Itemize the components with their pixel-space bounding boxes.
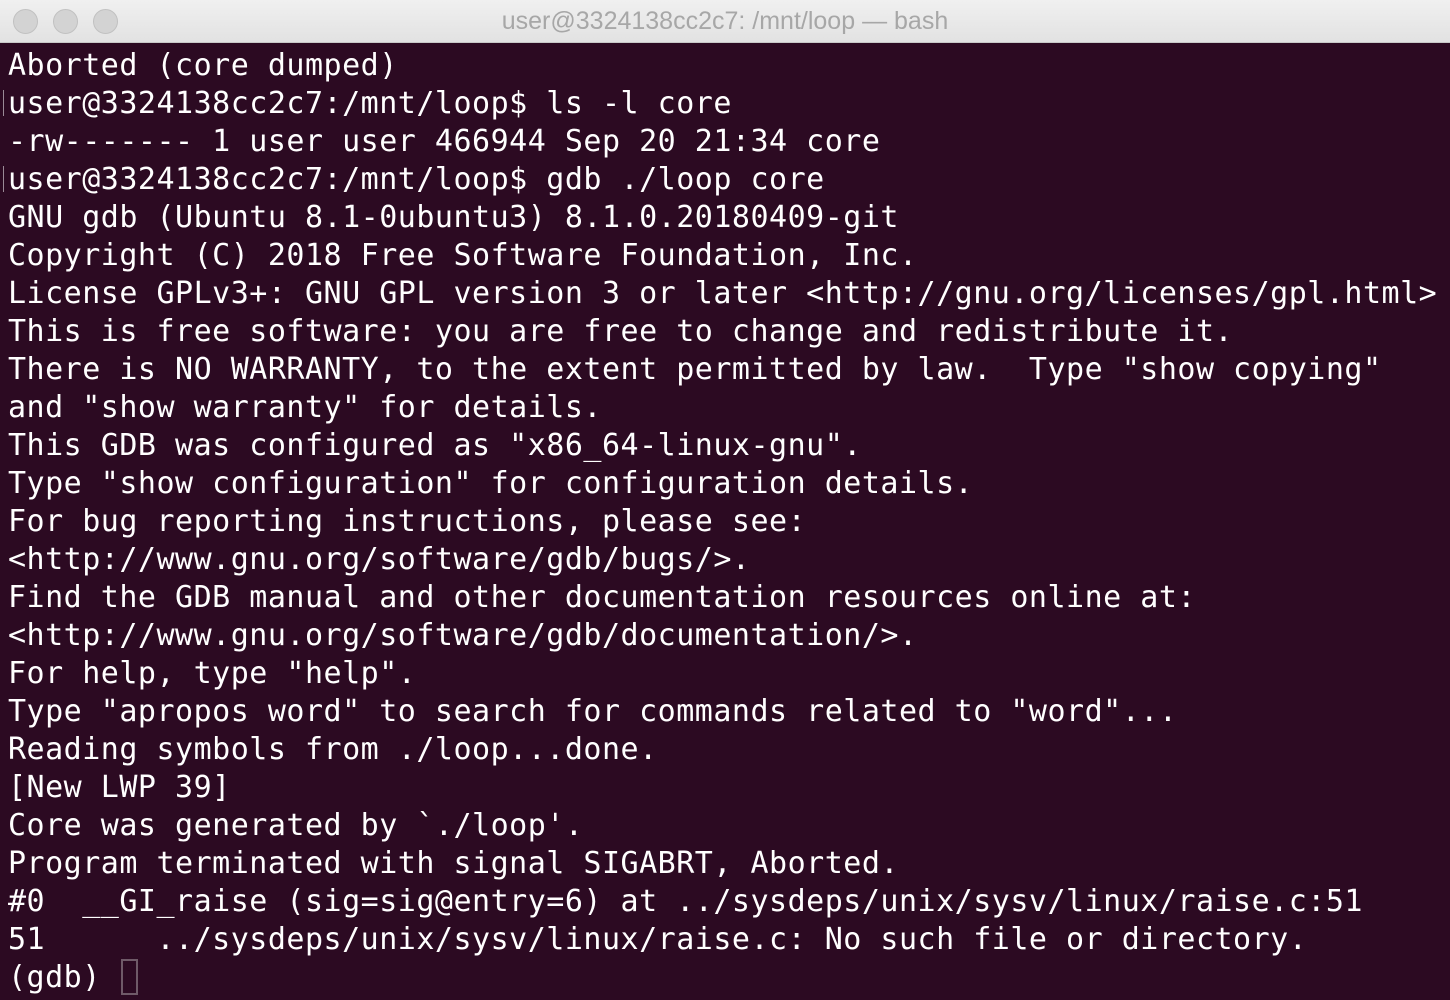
- terminal-output-line: Program terminated with signal SIGABRT, …: [8, 846, 899, 881]
- terminal-output-line: For help, type "help".: [8, 656, 417, 691]
- window-title: user@3324138cc2c7: /mnt/loop — bash: [501, 7, 949, 35]
- gdb-prompt-line[interactable]: (gdb): [8, 959, 1448, 997]
- terminal-output-line: Copyright (C) 2018 Free Software Foundat…: [8, 238, 918, 273]
- terminal-output-line: GNU gdb (Ubuntu 8.1-0ubuntu3) 8.1.0.2018…: [8, 200, 899, 235]
- gdb-prompt: (gdb): [8, 960, 120, 995]
- terminal-output-line: [New LWP 39]: [8, 770, 231, 805]
- terminal-output-line: #0 __GI_raise (sig=sig@entry=6) at ../sy…: [8, 884, 1363, 919]
- terminal-output-line: 51 ../sysdeps/unix/sysv/linux/raise.c: N…: [8, 922, 1308, 957]
- text-cursor: [121, 959, 139, 995]
- shell-command-line: user@3324138cc2c7:/mnt/loop$ ls -l core: [3, 85, 1448, 123]
- title-bar[interactable]: user@3324138cc2c7: /mnt/loop — bash: [0, 0, 1450, 43]
- terminal-output-line: This GDB was configured as "x86_64-linux…: [8, 428, 862, 463]
- terminal-output-line: Type "show configuration" for configurat…: [8, 466, 974, 501]
- terminal-output-line: and "show warranty" for details.: [8, 390, 602, 425]
- terminal-output-line: Aborted (core dumped): [8, 48, 398, 83]
- terminal-output-line: <http://www.gnu.org/software/gdb/documen…: [8, 618, 918, 653]
- terminal-output-line: This is free software: you are free to c…: [8, 314, 1234, 349]
- terminal-output-line: Reading symbols from ./loop...done.: [8, 732, 658, 767]
- terminal-output[interactable]: Aborted (core dumped) user@3324138cc2c7:/…: [3, 47, 1448, 1000]
- terminal-output-line: Type "apropos word" to search for comman…: [8, 694, 1178, 729]
- terminal-window: user@3324138cc2c7: /mnt/loop — bash Abor…: [0, 0, 1450, 1000]
- terminal-output-line: -rw------- 1 user user 466944 Sep 20 21:…: [8, 124, 881, 159]
- terminal-output-line: License GPLv3+: GNU GPL version 3 or lat…: [8, 276, 1438, 311]
- shell-command-line: user@3324138cc2c7:/mnt/loop$ gdb ./loop …: [3, 161, 1448, 199]
- terminal-output-line: Core was generated by `./loop'.: [8, 808, 584, 843]
- terminal-output-line: For bug reporting instructions, please s…: [8, 504, 807, 539]
- terminal-output-line: Find the GDB manual and other documentat…: [8, 580, 1196, 615]
- terminal-output-line: <http://www.gnu.org/software/gdb/bugs/>.: [8, 542, 751, 577]
- terminal-output-line: There is NO WARRANTY, to the extent perm…: [8, 352, 1382, 387]
